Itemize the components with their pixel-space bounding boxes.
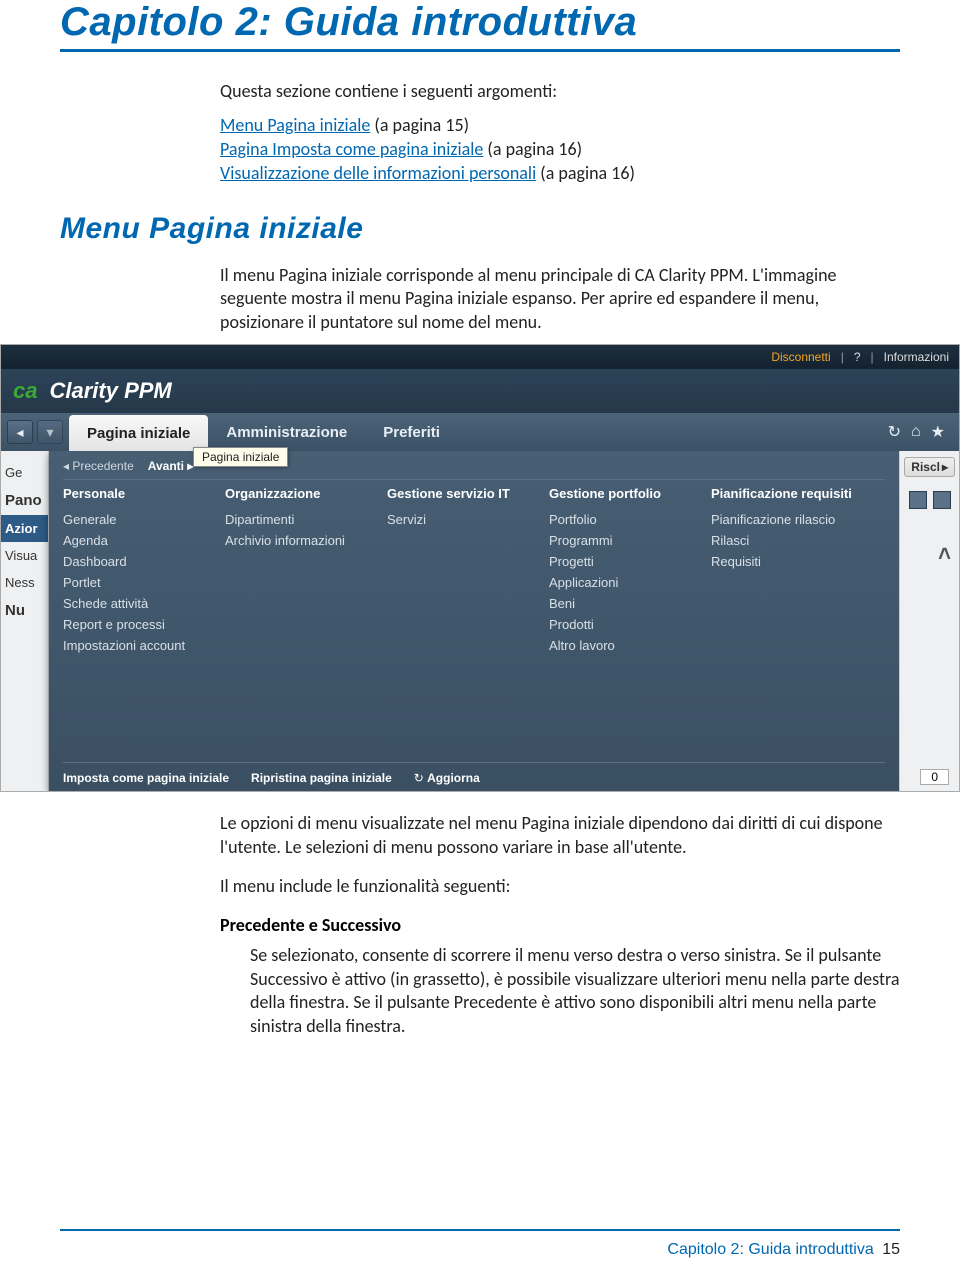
- nav-forward-button[interactable]: ▾: [37, 420, 63, 444]
- mega-item[interactable]: Impostazioni account: [63, 635, 203, 656]
- toc-link-informazioni-personali[interactable]: Visualizzazione delle informazioni perso…: [220, 162, 536, 184]
- mega-item[interactable]: Archivio informazioni: [225, 530, 365, 551]
- mega-item[interactable]: Portlet: [63, 572, 203, 593]
- sub-heading: Precedente e Successivo: [220, 914, 900, 936]
- chapter-title: Capitolo 2: Guida introduttiva: [60, 0, 900, 52]
- toc-suffix: (a pagina 16): [483, 138, 582, 160]
- mega-col-pianificazione-requisiti: Pianificazione requisiti Pianificazione …: [711, 486, 852, 762]
- mega-col-head: Gestione portfolio: [549, 486, 689, 501]
- mega-item[interactable]: Altro lavoro: [549, 635, 689, 656]
- sub-body: Se selezionato, consente di scorrere il …: [250, 944, 900, 1038]
- left-row: Nu: [1, 596, 48, 625]
- toc-link-imposta-pagina-iniziale[interactable]: Pagina Imposta come pagina iniziale: [220, 138, 483, 160]
- info-link[interactable]: Informazioni: [884, 350, 949, 364]
- nav-row: ◂ ▾ Pagina iniziale Amministrazione Pref…: [1, 413, 959, 451]
- page-footer: Capitolo 2: Guida introduttiva 15: [667, 1241, 900, 1259]
- mega-item[interactable]: Report e processi: [63, 614, 203, 635]
- body-paragraph-3: Il menu include le funzionalità seguenti…: [220, 875, 900, 898]
- mega-item[interactable]: Agenda: [63, 530, 203, 551]
- mega-item[interactable]: Generale: [63, 509, 203, 530]
- count-badge: 0: [920, 769, 949, 785]
- mega-reset-home-button[interactable]: Ripristina pagina iniziale: [251, 771, 392, 785]
- tab-home[interactable]: Pagina iniziale: [69, 415, 208, 451]
- mega-col-gestione-servizio-it: Gestione servizio IT Servizi: [387, 486, 527, 762]
- mega-set-home-button[interactable]: Imposta come pagina iniziale: [63, 771, 229, 785]
- body-paragraph-1: Il menu Pagina iniziale corrisponde al m…: [220, 264, 900, 334]
- mega-item[interactable]: Servizi: [387, 509, 527, 530]
- left-row: Ness: [1, 569, 48, 596]
- footer-rule: [60, 1229, 900, 1231]
- top-bar: Disconnetti | ? | Informazioni: [1, 345, 959, 369]
- scroll-up-icon[interactable]: ˄: [938, 541, 951, 567]
- toc-list: Menu Pagina iniziale (a pagina 15) Pagin…: [220, 114, 900, 184]
- right-tab[interactable]: Riscl▸: [904, 457, 955, 477]
- mega-item[interactable]: Portfolio: [549, 509, 689, 530]
- left-row: Azior: [1, 515, 48, 542]
- help-link[interactable]: ?: [854, 350, 861, 364]
- toc-suffix: (a pagina 16): [536, 162, 635, 184]
- refresh-icon[interactable]: ↻: [888, 422, 901, 442]
- mega-item[interactable]: Applicazioni: [549, 572, 689, 593]
- star-icon[interactable]: ★: [931, 422, 945, 442]
- mega-item[interactable]: Dashboard: [63, 551, 203, 572]
- tool-icon[interactable]: [909, 491, 927, 509]
- mega-item[interactable]: Requisiti: [711, 551, 852, 572]
- brand-row: ca Clarity PPM: [1, 369, 959, 413]
- left-row: Pano: [1, 486, 48, 515]
- left-row: Visua: [1, 542, 48, 569]
- tab-favorites[interactable]: Preferiti: [365, 413, 458, 451]
- mega-col-head: Gestione servizio IT: [387, 486, 527, 501]
- mega-menu: Precedente Avanti Personale Generale Age…: [49, 451, 899, 791]
- chevron-right-icon: ▸: [942, 460, 948, 474]
- toc-suffix: (a pagina 15): [370, 114, 469, 136]
- body-paragraph-2: Le opzioni di menu visualizzate nel menu…: [220, 812, 900, 859]
- mega-item[interactable]: Progetti: [549, 551, 689, 572]
- app-body: Ge Pano Azior Visua Ness Nu Precedente A…: [1, 451, 959, 791]
- right-strip: Riscl▸ ˄ 0: [899, 451, 959, 791]
- mega-item[interactable]: Rilasci: [711, 530, 852, 551]
- section-title: Menu Pagina iniziale: [60, 212, 900, 246]
- separator: |: [871, 350, 874, 364]
- mega-col-head: Pianificazione requisiti: [711, 486, 852, 501]
- toc-link-menu-pagina-iniziale[interactable]: Menu Pagina iniziale: [220, 114, 370, 136]
- logout-link[interactable]: Disconnetti: [771, 350, 830, 364]
- nav-back-button[interactable]: ◂: [7, 420, 33, 444]
- mega-prev-button[interactable]: Precedente: [63, 459, 134, 473]
- mega-item[interactable]: Prodotti: [549, 614, 689, 635]
- mega-col-organizzazione: Organizzazione Dipartimenti Archivio inf…: [225, 486, 365, 762]
- footer-label: Capitolo 2: Guida introduttiva: [667, 1241, 873, 1258]
- intro-text: Questa sezione contiene i seguenti argom…: [220, 80, 900, 102]
- mega-col-gestione-portfolio: Gestione portfolio Portfolio Programmi P…: [549, 486, 689, 762]
- home-icon[interactable]: ⌂: [911, 423, 921, 441]
- mega-item[interactable]: Programmi: [549, 530, 689, 551]
- app-screenshot: Disconnetti | ? | Informazioni ca Clarit…: [0, 344, 960, 792]
- tab-admin[interactable]: Amministrazione: [208, 413, 365, 451]
- mega-item[interactable]: Pianificazione rilascio: [711, 509, 852, 530]
- tool-icon[interactable]: [933, 491, 951, 509]
- left-strip: Ge Pano Azior Visua Ness Nu: [1, 451, 49, 791]
- left-row: Ge: [1, 459, 48, 486]
- mega-item[interactable]: Beni: [549, 593, 689, 614]
- mega-item[interactable]: Schede attività: [63, 593, 203, 614]
- mega-col-personale: Personale Generale Agenda Dashboard Port…: [63, 486, 203, 762]
- mega-refresh-button[interactable]: Aggiorna: [414, 771, 480, 785]
- mega-col-head: Personale: [63, 486, 203, 501]
- separator: |: [841, 350, 844, 364]
- mega-next-button[interactable]: Avanti: [148, 459, 194, 473]
- right-tab-label: Riscl: [911, 460, 940, 474]
- tooltip: Pagina iniziale: [193, 447, 288, 467]
- product-name: Clarity PPM: [49, 378, 171, 404]
- ca-logo-icon: ca: [13, 378, 37, 404]
- mega-col-head: Organizzazione: [225, 486, 365, 501]
- page-number: 15: [882, 1241, 900, 1258]
- mega-item[interactable]: Dipartimenti: [225, 509, 365, 530]
